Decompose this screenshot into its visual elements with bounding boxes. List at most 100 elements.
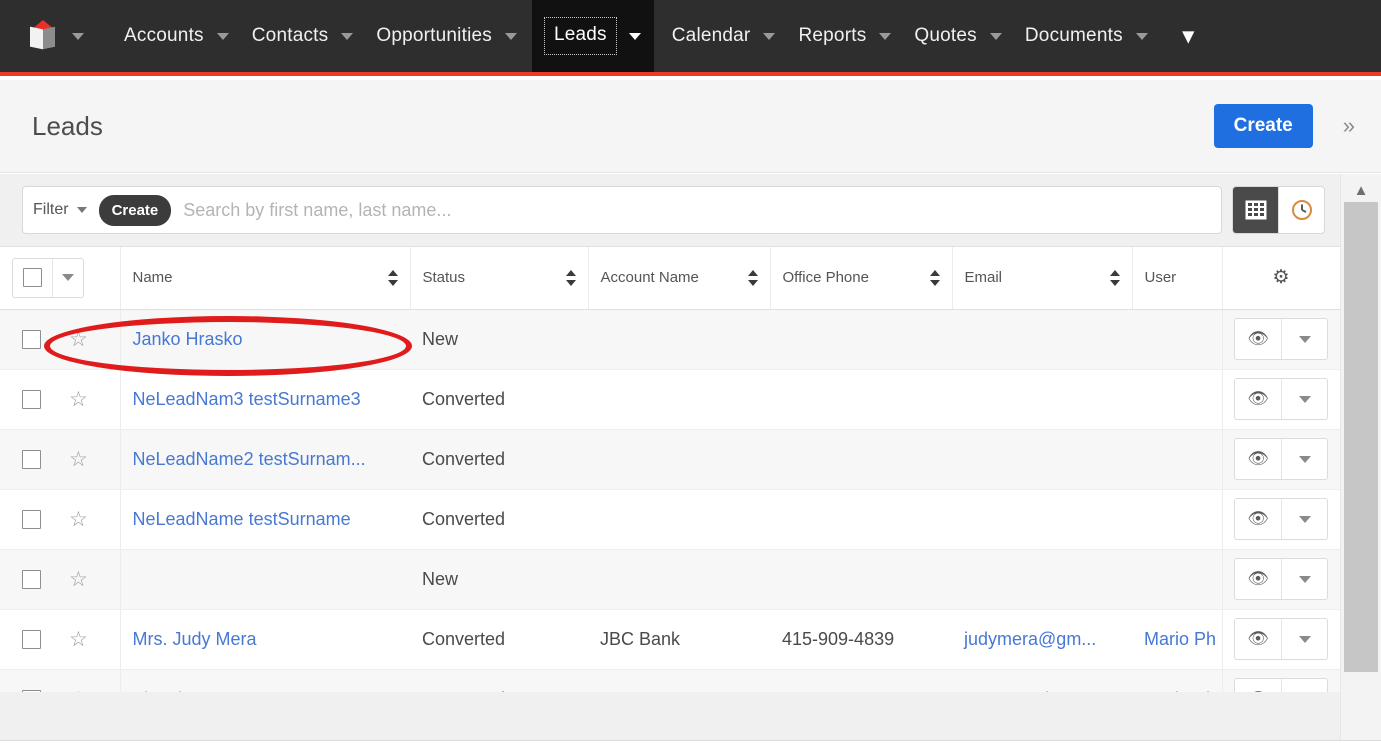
lead-name-link[interactable]: Mrs. Judy Mera — [133, 629, 257, 649]
email-link[interactable]: judymera@gm... — [964, 629, 1096, 649]
chevron-up-icon[interactable]: ▲ — [1344, 178, 1378, 202]
checkbox-unchecked-icon[interactable] — [22, 449, 41, 469]
lead-name-link[interactable]: NeLeadName2 testSurnam... — [133, 449, 366, 469]
cell-user — [1132, 309, 1222, 370]
nav-item-reports[interactable]: Reports — [780, 0, 896, 72]
star-outline-icon[interactable]: ☆ — [69, 569, 88, 590]
checkbox-unchecked-icon[interactable] — [22, 689, 41, 692]
nav-item-documents[interactable]: Documents — [1007, 0, 1153, 72]
nav-label: Documents — [1024, 25, 1123, 46]
create-button[interactable]: Create — [1213, 104, 1313, 148]
create-pill-button[interactable]: Create — [98, 194, 172, 226]
lead-name-link[interactable]: NeLeadName testSurname — [133, 509, 351, 529]
gear-icon[interactable]: ⚙ — [1235, 266, 1328, 289]
header-email[interactable]: Email — [952, 247, 1133, 310]
grid-view-icon[interactable] — [1233, 187, 1278, 233]
table-row[interactable]: ☆ Mrs. Judy Mera Converted JBC Bank 415-… — [0, 609, 1340, 670]
header-account-name[interactable]: Account Name — [588, 247, 771, 310]
user-link[interactable]: Mario Ph — [1144, 689, 1216, 693]
header-status[interactable]: Status — [410, 247, 589, 310]
row-menu-chevron-down-icon[interactable] — [1282, 679, 1328, 692]
logo-area[interactable] — [28, 0, 84, 72]
chevron-down-icon[interactable] — [76, 207, 87, 213]
chevron-down-icon[interactable] — [628, 32, 641, 40]
row-menu-chevron-down-icon[interactable] — [1282, 319, 1328, 359]
nav-item-contacts[interactable]: Contacts — [234, 0, 359, 72]
preview-eye-icon[interactable]: 👁 — [1235, 379, 1281, 419]
table-row[interactable]: ☆ NeLeadName testSurname Converted 👁 — [0, 489, 1340, 550]
chevron-down-icon[interactable] — [763, 32, 776, 40]
star-outline-icon[interactable]: ☆ — [69, 689, 88, 693]
chevron-down-icon[interactable] — [1135, 32, 1148, 40]
chevron-down-icon[interactable] — [341, 32, 354, 40]
cell-email — [952, 309, 1132, 370]
chevron-down-icon[interactable] — [504, 32, 517, 40]
nav-item-leads[interactable]: Leads — [531, 0, 654, 72]
lead-name-link[interactable]: Janko Hrasko — [133, 329, 243, 349]
scrollbar-thumb[interactable] — [1344, 202, 1378, 672]
checkbox-unchecked-icon[interactable] — [22, 629, 41, 649]
header-name[interactable]: Name — [120, 247, 411, 310]
lead-name-link[interactable]: NeLeadNam3 testSurname3 — [133, 389, 361, 409]
preview-eye-icon[interactable]: 👁 — [1235, 439, 1281, 479]
double-chevron-right-icon[interactable]: » — [1343, 115, 1355, 137]
logo-chevron-down-icon[interactable] — [72, 32, 84, 40]
sort-icon[interactable] — [747, 269, 758, 286]
nav-item-accounts[interactable]: Accounts — [106, 0, 234, 72]
email-link[interactable]: sugarcrmdem... — [964, 689, 1089, 693]
row-menu-chevron-down-icon[interactable] — [1282, 379, 1328, 419]
checkbox-unchecked-icon[interactable] — [22, 329, 41, 349]
preview-eye-icon[interactable]: 👁 — [1235, 499, 1281, 539]
sort-icon[interactable] — [1109, 269, 1120, 286]
user-link[interactable]: Mario Ph — [1144, 629, 1216, 649]
checkbox-unchecked-icon[interactable] — [23, 268, 43, 288]
preview-eye-icon[interactable]: 👁 — [1235, 679, 1281, 692]
chevron-down-icon[interactable] — [989, 32, 1002, 40]
preview-eye-icon[interactable]: 👁 — [1235, 319, 1281, 359]
cell-email — [952, 369, 1132, 430]
scrollbar-track[interactable] — [1344, 202, 1378, 746]
row-menu-chevron-down-icon[interactable] — [1282, 499, 1328, 539]
preview-eye-icon[interactable]: 👁 — [1235, 559, 1281, 599]
nav-item-quotes[interactable]: Quotes — [896, 0, 1006, 72]
star-outline-icon[interactable]: ☆ — [69, 509, 88, 530]
checkbox-unchecked-icon[interactable] — [22, 389, 41, 409]
row-menu-chevron-down-icon[interactable] — [1282, 439, 1328, 479]
table-row[interactable]: ☆ Janko Hrasko New 👁 — [0, 309, 1340, 370]
star-outline-icon[interactable]: ☆ — [69, 329, 88, 350]
sugarcrm-cube-logo-icon[interactable] — [28, 20, 58, 52]
table-row[interactable]: ☆ NeLeadName2 testSurnam... Converted 👁 — [0, 429, 1340, 490]
filter-button[interactable]: Filter — [33, 201, 87, 219]
star-outline-icon[interactable]: ☆ — [69, 629, 88, 650]
nav-more-chevron-down-icon[interactable]: ▾ — [1183, 25, 1194, 47]
sort-icon[interactable] — [565, 269, 576, 286]
row-menu-chevron-down-icon[interactable] — [1282, 619, 1328, 659]
view-toggle-group — [1232, 186, 1325, 234]
chevron-down-icon[interactable] — [879, 32, 892, 40]
nav-item-opportunities[interactable]: Opportunities — [358, 0, 522, 72]
search-input[interactable] — [183, 199, 1221, 221]
vertical-scrollbar[interactable]: ▲ — [1340, 174, 1381, 746]
row-select-cell: ☆ — [0, 489, 121, 550]
row-menu-chevron-down-icon[interactable] — [1282, 559, 1328, 599]
nav-label: Leads — [543, 17, 617, 55]
nav-item-calendar[interactable]: Calendar — [654, 0, 781, 72]
clock-recent-icon[interactable] — [1279, 187, 1324, 233]
table-row[interactable]: ☆ NeLeadNam3 testSurname3 Converted 👁 — [0, 369, 1340, 430]
sort-icon[interactable] — [387, 269, 398, 286]
lead-name-link[interactable]: Victoria Rogers — [133, 689, 256, 693]
header-office-phone[interactable]: Office Phone — [770, 247, 953, 310]
chevron-down-icon[interactable] — [216, 32, 229, 40]
sort-icon[interactable] — [929, 269, 940, 286]
table-row[interactable]: ☆ New 👁 — [0, 549, 1340, 610]
star-outline-icon[interactable]: ☆ — [69, 449, 88, 470]
table-row[interactable]: ☆ Victoria Rogers Converted A.G. Parr PL… — [0, 669, 1340, 692]
checkbox-unchecked-icon[interactable] — [22, 509, 41, 529]
star-outline-icon[interactable]: ☆ — [69, 389, 88, 410]
checkbox-unchecked-icon[interactable] — [22, 569, 41, 589]
header-settings[interactable]: ⚙ — [1222, 247, 1340, 310]
preview-eye-icon[interactable]: 👁 — [1235, 619, 1281, 659]
select-all-chevron-down-icon[interactable] — [52, 258, 83, 297]
select-all-checkbox[interactable] — [13, 259, 52, 297]
header-user[interactable]: User — [1132, 247, 1223, 310]
